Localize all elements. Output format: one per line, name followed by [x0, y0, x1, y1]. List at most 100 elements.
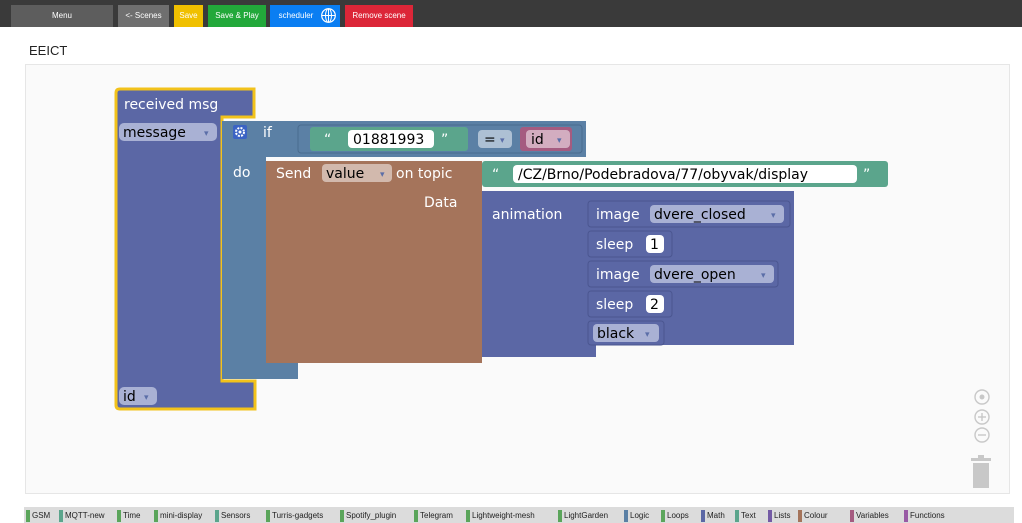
block-canvas[interactable]: received msg message ▾ id ▾ if do “ 0188… [26, 65, 1011, 495]
text-literal-block[interactable]: “ 01881993 ” [310, 127, 468, 151]
category-label: Colour [804, 511, 828, 520]
blockly-workspace[interactable]: received msg message ▾ id ▾ if do “ 0188… [25, 64, 1010, 494]
category-mini-display[interactable]: mini-display [154, 510, 202, 522]
category-spotify-plugin[interactable]: Spotify_plugin [340, 510, 396, 522]
category-label: Spotify_plugin [346, 511, 397, 520]
id-variable-label: id [531, 132, 544, 148]
category-text[interactable]: Text [735, 510, 756, 522]
animation-label: animation [492, 207, 562, 223]
image-value-2: dvere_open [654, 267, 736, 283]
color-dropdown[interactable]: black ▾ [593, 324, 659, 342]
trash-icon[interactable] [969, 455, 993, 489]
category-loops[interactable]: Loops [661, 510, 689, 522]
category-gsm[interactable]: GSM [26, 510, 50, 522]
scheduler-button[interactable]: scheduler [270, 5, 340, 27]
image-block-2[interactable]: image dvere_open ▾ [587, 260, 779, 288]
category-color-swatch [466, 510, 470, 522]
zoom-out-icon[interactable] [972, 425, 992, 445]
send-block[interactable]: Send value ▾ on topic Data [266, 161, 482, 363]
sleep-block-1[interactable]: sleep 1 [587, 230, 673, 258]
category-lists[interactable]: Lists [768, 510, 790, 522]
compare-block[interactable]: “ 01881993 ” = ▾ id ▾ [297, 124, 583, 154]
image-label: image [596, 207, 640, 223]
image-dropdown-1[interactable]: dvere_closed ▾ [650, 205, 784, 223]
category-telegram[interactable]: Telegram [414, 510, 453, 522]
category-label: Logic [630, 511, 650, 520]
category-colour[interactable]: Colour [798, 510, 828, 522]
category-label: Variables [856, 511, 889, 520]
scheduler-label: scheduler [278, 11, 314, 20]
send-label: Send [276, 166, 311, 182]
chevron-down-icon: ▾ [557, 136, 562, 146]
if-label: if [263, 125, 273, 141]
close-quote-icon: ” [441, 132, 448, 148]
globe-icon [321, 8, 336, 23]
category-label: mini-display [160, 511, 203, 520]
scenes-back-button[interactable]: <- Scenes [118, 5, 169, 27]
topic-text-block[interactable]: “ /CZ/Brno/Podebradova/77/obyvak/display… [482, 161, 888, 187]
category-color-swatch [558, 510, 562, 522]
close-quote-icon: ” [863, 167, 870, 183]
category-sensors[interactable]: Sensors [215, 510, 250, 522]
image-block-1[interactable]: image dvere_closed ▾ [587, 200, 791, 228]
category-color-swatch [768, 510, 772, 522]
category-lightweight-mesh[interactable]: Lightweight-mesh [466, 510, 535, 522]
save-and-play-button[interactable]: Save & Play [208, 5, 266, 27]
category-time[interactable]: Time [117, 510, 140, 522]
category-logic[interactable]: Logic [624, 510, 649, 522]
category-variables[interactable]: Variables [850, 510, 889, 522]
image-label: image [596, 267, 640, 283]
id-variable-block[interactable]: id ▾ [520, 127, 572, 151]
category-color-swatch [117, 510, 121, 522]
open-quote-icon: “ [324, 132, 331, 148]
sleep-value-1[interactable]: 1 [650, 237, 659, 253]
category-label: Time [123, 511, 141, 520]
sleep-block-2[interactable]: sleep 2 [587, 290, 673, 318]
send-field-dropdown[interactable]: value ▾ [322, 164, 392, 182]
color-block[interactable]: black ▾ [587, 320, 665, 346]
open-quote-icon: “ [492, 167, 499, 183]
image-dropdown-2[interactable]: dvere_open ▾ [650, 265, 774, 283]
sleep-value-2[interactable]: 2 [650, 297, 659, 313]
chevron-down-icon: ▾ [771, 211, 776, 221]
category-label: Lists [774, 511, 791, 520]
animation-block[interactable]: animation image dvere_closed ▾ sleep 1 i… [482, 191, 794, 357]
chevron-down-icon: ▾ [761, 271, 766, 281]
id-variable-dropdown[interactable]: id ▾ [119, 387, 157, 405]
category-label: GSM [32, 511, 51, 520]
chevron-down-icon: ▾ [144, 393, 149, 403]
chevron-down-icon: ▾ [204, 129, 209, 139]
topic-text-value[interactable]: /CZ/Brno/Podebradova/77/obyvak/display [518, 167, 808, 183]
received-msg-label: received msg [124, 97, 218, 113]
send-field-label: value [326, 166, 364, 182]
target-icon[interactable] [972, 387, 992, 407]
message-variable-dropdown[interactable]: message ▾ [119, 123, 217, 141]
category-color-swatch [26, 510, 30, 522]
operator-dropdown[interactable]: = ▾ [478, 130, 512, 148]
category-label: Loops [667, 511, 689, 520]
category-math[interactable]: Math [701, 510, 725, 522]
category-lightgarden[interactable]: LightGarden [558, 510, 608, 522]
category-color-swatch [215, 510, 219, 522]
category-color-swatch [624, 510, 628, 522]
data-label: Data [424, 195, 457, 211]
remove-scene-button[interactable]: Remove scene [345, 5, 413, 27]
category-label: Text [741, 511, 756, 520]
gear-icon[interactable] [233, 125, 247, 139]
category-color-swatch [850, 510, 854, 522]
save-button[interactable]: Save [174, 5, 203, 27]
menu-button[interactable]: Menu [11, 5, 113, 27]
category-mqtt-new[interactable]: MQTT-new [59, 510, 105, 522]
compare-text-value[interactable]: 01881993 [353, 132, 424, 148]
category-color-swatch [340, 510, 344, 522]
zoom-in-icon[interactable] [972, 407, 992, 427]
on-topic-label: on topic [396, 166, 452, 182]
category-functions[interactable]: Functions [904, 510, 945, 522]
category-color-swatch [661, 510, 665, 522]
category-turris-gadgets[interactable]: Turris-gadgets [266, 510, 323, 522]
category-color-swatch [701, 510, 705, 522]
toolbox-categories: GSM MQTT-new Time mini-display Sensors T… [24, 507, 1014, 523]
do-label: do [233, 165, 250, 181]
category-color-swatch [798, 510, 802, 522]
message-variable-label: message [123, 125, 186, 141]
